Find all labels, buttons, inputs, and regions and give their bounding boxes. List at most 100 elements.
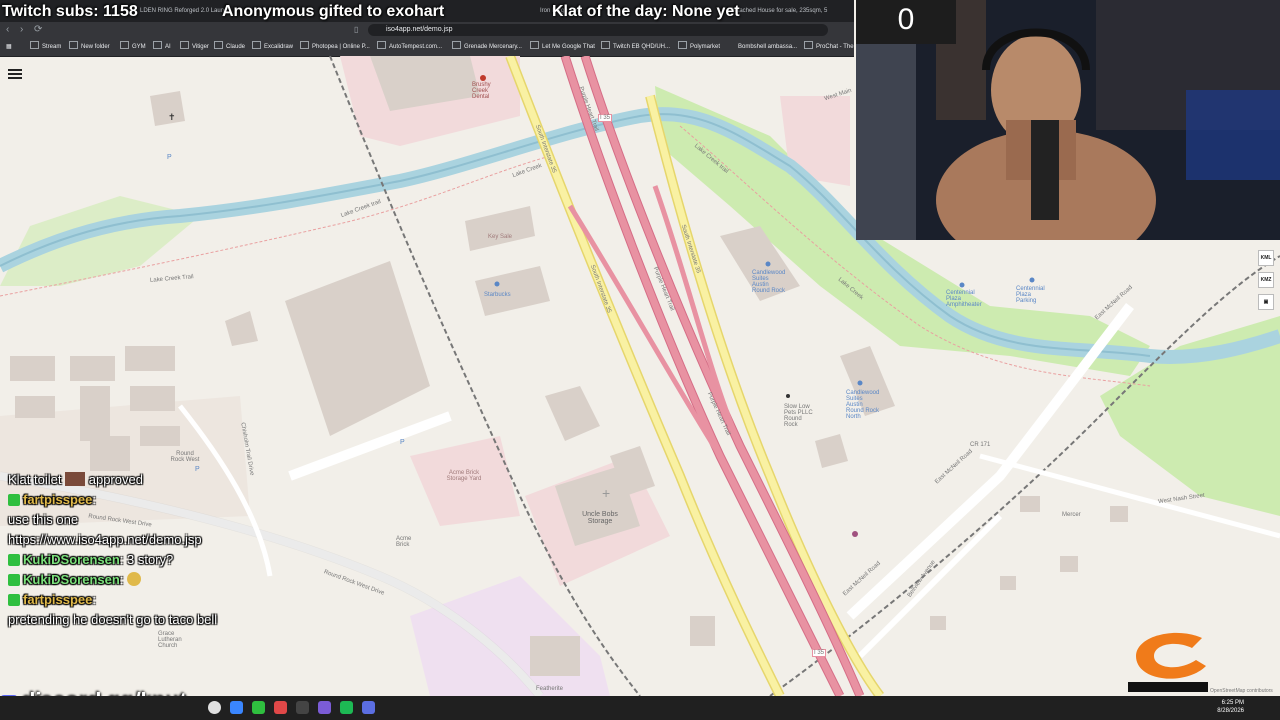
map-attribution[interactable]: OpenStreetMap contributors — [1210, 688, 1273, 694]
building — [1000, 576, 1016, 590]
bookmark-label: Polymarket — [690, 44, 721, 50]
bookmark-item[interactable]: Photopea | Online P... — [300, 41, 370, 53]
poi-label: Key Sale — [488, 234, 513, 240]
edge-icon[interactable] — [230, 701, 243, 714]
back-icon[interactable]: ‹ — [6, 23, 9, 37]
bookmark-label: Photopea | Online P... — [312, 44, 370, 50]
app-icon[interactable] — [252, 701, 265, 714]
chat-message: fartpisspee: — [8, 490, 308, 510]
building — [130, 386, 175, 411]
bookmark-item[interactable]: Excalidraw — [252, 41, 293, 53]
bookmark-label: Bombshell ambassa... — [738, 44, 798, 50]
chat-message: https://www.iso4app.net/demo.jsp — [8, 530, 308, 550]
bookmark-star-icon[interactable]: ▯ — [354, 23, 358, 37]
chat-username[interactable]: KukiDSorensen — [23, 572, 120, 587]
address-bar[interactable]: iso4app.net/demo.jsp — [368, 24, 828, 36]
chat-message: pretending he doesn't go to taco bell — [8, 610, 308, 630]
building — [15, 396, 55, 418]
sub-badge-icon — [8, 574, 20, 586]
chat-text: : — [92, 592, 96, 607]
building — [1060, 556, 1078, 572]
app-icon[interactable] — [362, 701, 375, 714]
prochat-icon — [804, 41, 813, 49]
poi-label: Slow Low Pets PLLC Round Rock — [784, 404, 813, 428]
screen: LDEN RING Reforged 2.0 Launch Iron Forge… — [0, 0, 1280, 720]
bookmark-item[interactable]: Grenade Mercenary... — [452, 41, 522, 53]
hotel-marker[interactable] — [765, 261, 771, 267]
bookmark-item[interactable]: AI — [153, 41, 171, 53]
dentist-marker[interactable] — [480, 75, 486, 81]
save-icon[interactable]: ▣ — [1258, 294, 1274, 310]
building — [475, 266, 550, 316]
app-icon[interactable] — [296, 701, 309, 714]
building — [530, 636, 580, 676]
apps-grid-icon[interactable]: ▦ — [6, 41, 12, 53]
bookmark-item[interactable]: GYM — [120, 41, 146, 53]
vet-marker[interactable] — [786, 394, 790, 398]
forward-icon[interactable]: › — [20, 23, 23, 37]
building — [225, 311, 258, 346]
chat-text: pretending he doesn't go to taco bell — [8, 612, 218, 627]
bookmark-label: Grenade Mercenary... — [464, 44, 522, 50]
coffee-marker[interactable] — [494, 281, 500, 287]
bookmark-item[interactable]: Claude — [214, 41, 245, 53]
autotempest-icon — [377, 41, 386, 49]
system-clock[interactable]: 6:25 PM 8/28/2026 — [1217, 699, 1244, 715]
app-icon[interactable] — [340, 701, 353, 714]
clock-time: 6:25 PM — [1221, 700, 1244, 706]
building — [90, 436, 130, 471]
pharmacy-marker[interactable] — [852, 531, 858, 537]
bookmark-item[interactable]: AutoTempest.com... — [377, 41, 442, 53]
bookmark-item[interactable]: Bombshell ambassa... — [738, 41, 797, 53]
grenade-icon — [452, 41, 461, 49]
parking-marker[interactable] — [1029, 277, 1035, 283]
clock-date: 8/28/2026 — [1217, 708, 1244, 714]
poi-label: Starbucks — [484, 292, 511, 298]
building — [10, 356, 55, 381]
kmz-export-button[interactable]: KMZ — [1258, 272, 1274, 288]
subs-counter-text: Twitch subs: 1158 — [2, 3, 138, 20]
folder-icon — [180, 41, 189, 49]
amphitheater-marker[interactable] — [959, 282, 965, 288]
poi-label: Uncle Bobs Storage — [582, 511, 618, 525]
bookmark-label: Vitiger — [192, 44, 209, 50]
street-label: Featherite — [536, 686, 564, 692]
sub-badge-icon — [8, 494, 20, 506]
bookmark-label: Excalidraw — [264, 44, 294, 50]
bookmark-item[interactable]: ProChat - The — [804, 41, 854, 53]
bookmark-label: New folder — [81, 44, 110, 50]
chat-username[interactable]: KukiDSorensen — [23, 552, 120, 567]
bookmark-label: AutoTempest.com... — [389, 44, 443, 50]
poi-label: Acme Brick Storage Yard — [446, 470, 482, 482]
building — [1110, 506, 1128, 522]
kml-export-button[interactable]: KML — [1258, 250, 1274, 266]
bookmark-label: Stream — [42, 44, 62, 50]
building — [140, 426, 180, 446]
chrome-icon[interactable] — [208, 701, 221, 714]
bookmark-item[interactable]: Vitiger — [180, 41, 209, 53]
counter-display: 0 — [856, 0, 956, 44]
browser-tab[interactable]: Detached House for sale, 235sqm, 5 — [730, 3, 854, 19]
app-icon[interactable] — [274, 701, 287, 714]
chat-username[interactable]: fartpisspee — [23, 492, 92, 507]
app-icon[interactable] — [318, 701, 331, 714]
chat-link[interactable]: https://www.iso4app.net/demo.jsp — [8, 532, 202, 547]
chat-message: KukiDSorensen: — [8, 570, 308, 590]
bookmark-label: AI — [165, 44, 171, 50]
bookmark-item[interactable]: Polymarket — [678, 41, 720, 53]
bookmark-item[interactable]: Stream — [30, 41, 61, 53]
bookmark-item[interactable]: New folder — [69, 41, 110, 53]
chat-text: approved — [88, 472, 143, 487]
hotel-marker[interactable] — [857, 380, 863, 386]
polymarket-icon — [678, 41, 687, 49]
chat-username[interactable]: fartpisspee — [23, 592, 92, 607]
poi-label: Round Rock West — [170, 451, 200, 463]
building — [690, 616, 715, 646]
streamer-logo-icon — [1128, 632, 1208, 692]
windows-taskbar: 6:25 PM 8/28/2026 — [0, 696, 1280, 720]
bookmark-item[interactable]: Let Me Google That — [530, 41, 595, 53]
menu-hamburger-icon[interactable] — [8, 69, 22, 79]
bookmark-item[interactable]: Twitch EB QHD/UH... — [601, 41, 670, 53]
chat-text: : — [119, 572, 124, 587]
reload-icon[interactable]: ⟳ — [34, 23, 42, 37]
